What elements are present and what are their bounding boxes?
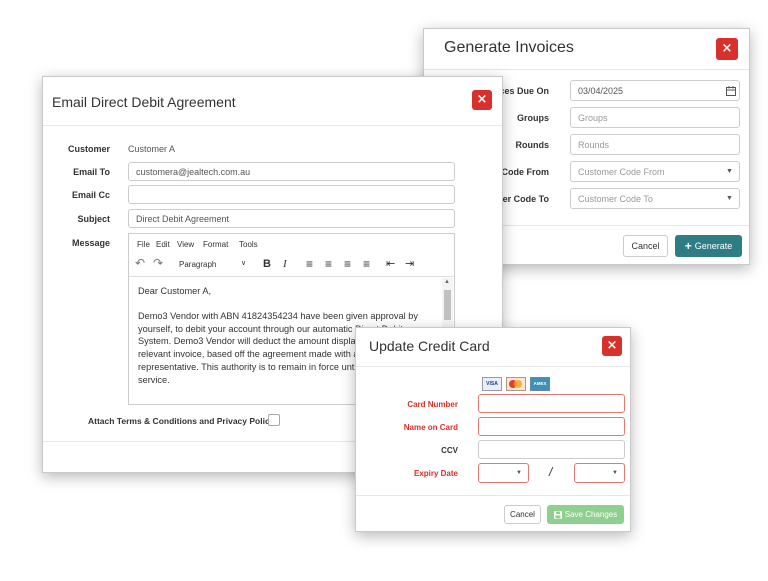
mastercard-logo (514, 380, 522, 388)
code-from-select[interactable]: Customer Code From (570, 161, 740, 182)
menu-view[interactable]: View (177, 240, 194, 249)
modal-footer-divider (356, 495, 630, 496)
update-credit-card-modal: Update Credit Card × VISA AMEX Card Numb… (355, 327, 631, 532)
rounds-input[interactable]: Rounds (570, 134, 740, 155)
due-on-value: 03/04/2025 (578, 85, 624, 96)
plus-icon: + (684, 239, 692, 253)
justify-icon[interactable]: ≡ (363, 257, 370, 271)
email-cc-input[interactable] (128, 185, 455, 204)
groups-input[interactable]: Groups (570, 107, 740, 128)
subject-input[interactable]: Direct Debit Agreement (128, 209, 455, 228)
due-on-input[interactable]: 03/04/2025 (570, 80, 740, 101)
card-number-input[interactable] (478, 394, 625, 413)
modal-header: Update Credit Card × (356, 328, 630, 367)
menu-file[interactable]: File (137, 240, 150, 249)
email-to-label: Email To (73, 167, 110, 177)
scroll-up-icon[interactable]: ▲ (444, 279, 450, 285)
code-to-label: ner Code To (497, 194, 549, 204)
indent-icon[interactable]: ⇥ (405, 257, 414, 270)
close-button[interactable]: × (716, 38, 738, 60)
generate-button[interactable]: + Generate (675, 235, 742, 257)
body-line (138, 298, 431, 310)
chevron-down-icon: ∨ (241, 260, 247, 267)
save-changes-label: Save Changes (564, 510, 618, 519)
italic-button[interactable]: I (283, 258, 287, 270)
align-left-icon[interactable]: ≡ (306, 257, 313, 271)
chevron-down-icon: ▼ (516, 470, 522, 476)
chevron-down-icon: ▼ (612, 470, 618, 476)
calendar-icon[interactable] (726, 86, 736, 96)
expiry-date-label: Expiry Date (413, 469, 458, 478)
outdent-icon[interactable]: ⇤ (386, 257, 395, 270)
cancel-button[interactable]: Cancel (623, 235, 668, 257)
chevron-down-icon: ▼ (726, 168, 733, 175)
redo-icon[interactable]: ↷ (153, 256, 163, 270)
message-label: Message (71, 238, 110, 248)
save-changes-button[interactable]: Save Changes (547, 505, 624, 524)
due-on-label: ces Due On (499, 86, 549, 96)
scrollbar-thumb[interactable] (444, 290, 451, 320)
name-on-card-label: Name on Card (403, 423, 458, 432)
align-right-icon[interactable]: ≡ (344, 257, 351, 271)
email-cc-label: Email Cc (71, 190, 110, 200)
ccv-label: CCV (441, 446, 458, 455)
align-center-icon[interactable]: ≡ (325, 257, 332, 271)
visa-icon: VISA (482, 377, 502, 391)
customer-value: Customer A (128, 144, 176, 154)
rounds-label: Rounds (515, 140, 550, 150)
close-button[interactable]: × (602, 336, 622, 356)
attach-terms-label: Attach Terms & Conditions and Privacy Po… (88, 416, 275, 426)
customer-label: Customer (67, 144, 110, 154)
email-to-input[interactable]: customera@jealtech.com.au (128, 162, 455, 181)
save-icon (553, 510, 562, 519)
editor-menubar: File Edit View Format Tools (129, 234, 454, 254)
ccv-input[interactable] (478, 440, 625, 459)
name-on-card-input[interactable] (478, 417, 625, 436)
expiry-separator: / (549, 465, 553, 479)
attach-terms-checkbox[interactable] (268, 414, 280, 426)
subject-label: Subject (77, 214, 110, 224)
menu-format[interactable]: Format (203, 240, 228, 249)
code-to-select[interactable]: Customer Code To (570, 188, 740, 209)
chevron-down-icon: ▼ (726, 195, 733, 202)
card-number-label: Card Number (407, 400, 458, 409)
amex-icon: AMEX (530, 377, 550, 391)
editor-toolbar: ↶ ↷ Paragraph ∨ B I ≡ ≡ ≡ ≡ ⇤ ⇥ (129, 254, 454, 277)
code-from-label: Code From (501, 167, 549, 177)
bold-button[interactable]: B (263, 258, 271, 270)
menu-edit[interactable]: Edit (156, 240, 170, 249)
modal-title: Generate Invoices (444, 39, 574, 56)
menu-tools[interactable]: Tools (239, 240, 258, 249)
body-line: Demo3 Vendor with ABN 41824354234 have b… (138, 310, 418, 321)
undo-icon[interactable]: ↶ (135, 256, 145, 270)
groups-label: Groups (516, 113, 549, 123)
generate-label: Generate (694, 241, 733, 251)
mastercard-icon (506, 377, 526, 391)
modal-title: Email Direct Debit Agreement (52, 94, 236, 110)
cancel-button[interactable]: Cancel (504, 505, 541, 524)
close-button[interactable]: × (472, 90, 492, 110)
modal-header: Generate Invoices × (424, 29, 749, 70)
format-select[interactable]: Paragraph (179, 260, 216, 269)
modal-title: Update Credit Card (369, 338, 490, 354)
body-line: Dear Customer A, (138, 286, 212, 296)
modal-header: Email Direct Debit Agreement × (43, 77, 502, 126)
